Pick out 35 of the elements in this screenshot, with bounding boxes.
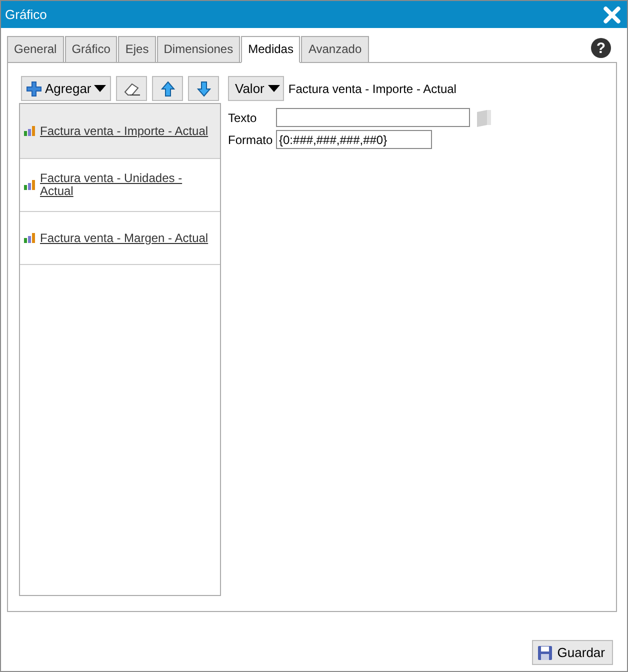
bar-chart-icon: [24, 233, 36, 243]
tab[interactable]: General: [7, 36, 64, 63]
tab[interactable]: Dimensiones: [156, 36, 240, 63]
input-field[interactable]: [276, 108, 470, 127]
measure-name: Factura venta - Importe - Actual: [288, 82, 456, 96]
close-icon[interactable]: [603, 6, 621, 24]
tab[interactable]: Medidas: [241, 36, 300, 63]
bar-chart-icon: [24, 126, 36, 136]
move-down-button[interactable]: [188, 76, 220, 101]
tab[interactable]: Ejes: [118, 36, 156, 63]
tab[interactable]: Avanzado: [301, 36, 369, 63]
measure-item[interactable]: Factura venta - Unidades - Actual: [20, 159, 220, 212]
input-field[interactable]: {0:###,###,###,##0}: [276, 130, 432, 149]
field-label: Formato: [228, 132, 274, 146]
window-title: Gráfico: [5, 7, 47, 22]
move-up-button[interactable]: [152, 76, 184, 101]
bar-chart-icon: [24, 180, 36, 190]
measure-link[interactable]: Factura venta - Margen - Actual: [40, 232, 208, 244]
help-button[interactable]: ?: [591, 38, 611, 58]
add-button[interactable]: Agregar: [21, 76, 112, 101]
eraser-icon: [122, 82, 141, 96]
arrow-up-icon: [160, 80, 175, 96]
arrow-down-icon: [196, 80, 211, 96]
save-button[interactable]: Guardar: [532, 640, 613, 665]
caret-icon: [94, 84, 106, 92]
measure-link[interactable]: Factura venta - Importe - Actual: [40, 124, 208, 138]
value-dropdown[interactable]: Valor: [228, 76, 284, 101]
caret-icon: [268, 84, 280, 92]
measure-link[interactable]: Factura venta - Unidades - Actual: [40, 172, 216, 198]
plus-icon: [26, 80, 42, 96]
field-label: Texto: [228, 110, 258, 124]
tab[interactable]: Gráfico: [64, 36, 118, 63]
eraser-button[interactable]: [116, 76, 148, 101]
measure-item[interactable]: Factura venta - Importe - Actual: [20, 104, 220, 159]
measure-item[interactable]: Factura venta - Margen - Actual: [20, 212, 220, 265]
